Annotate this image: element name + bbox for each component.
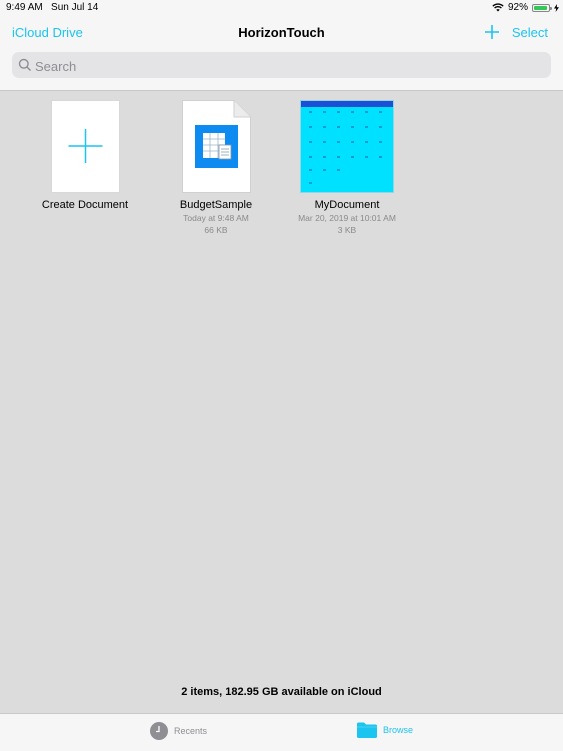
page-title: HorizonTouch bbox=[238, 25, 325, 40]
search-input[interactable] bbox=[33, 54, 537, 78]
item-file-size: 66 KB bbox=[204, 225, 228, 235]
status-time-date: 9:49 AM Sun Jul 14 bbox=[6, 2, 99, 13]
folder-icon bbox=[357, 722, 377, 738]
budgetsample-thumbnail[interactable] bbox=[181, 100, 251, 193]
mydocument-thumbnail[interactable] bbox=[300, 100, 394, 193]
mydocument-preview-grid bbox=[309, 111, 382, 184]
item-name: MyDocument bbox=[314, 199, 380, 211]
navigation-bar: iCloud Drive HorizonTouch Select bbox=[0, 16, 563, 91]
battery-icon bbox=[532, 3, 552, 12]
tab-browse[interactable]: Browse bbox=[357, 722, 413, 738]
charging-bolt-icon bbox=[554, 3, 559, 12]
search-icon bbox=[18, 58, 32, 72]
plus-icon bbox=[68, 129, 102, 163]
create-document-tile[interactable]: Create Document bbox=[25, 100, 145, 211]
item-modified-date: Mar 20, 2019 at 10:01 AM bbox=[298, 213, 396, 223]
search-bar[interactable] bbox=[12, 52, 551, 78]
status-right: 92% bbox=[492, 2, 559, 13]
storage-summary: 2 items, 182.95 GB available on iCloud bbox=[181, 686, 382, 698]
tab-browse-label: Browse bbox=[383, 725, 414, 735]
document-tile-budgetsample[interactable]: BudgetSample Today at 9:48 AM 66 KB bbox=[156, 100, 276, 235]
item-name: Create Document bbox=[41, 199, 129, 211]
mydocument-preview-header bbox=[301, 101, 393, 107]
wifi-icon bbox=[492, 3, 504, 12]
tab-recents-label: Recents bbox=[174, 726, 208, 736]
status-bar: 9:49 AM Sun Jul 14 92% bbox=[0, 0, 563, 16]
battery-percent: 92% bbox=[507, 2, 528, 13]
select-button[interactable]: Select bbox=[512, 25, 548, 40]
tab-bar: Recents Browse bbox=[0, 713, 563, 751]
item-file-size: 3 KB bbox=[337, 225, 357, 235]
tab-recents[interactable]: Recents bbox=[150, 722, 207, 740]
item-modified-date: Today at 9:48 AM bbox=[183, 213, 249, 223]
item-name: BudgetSample bbox=[179, 199, 253, 211]
add-icon[interactable] bbox=[483, 23, 501, 41]
clock-icon bbox=[150, 722, 168, 740]
create-document-thumbnail[interactable] bbox=[50, 100, 120, 193]
spreadsheet-document-icon bbox=[181, 100, 251, 193]
battery-level bbox=[534, 5, 547, 10]
document-tile-mydocument[interactable]: MyDocument Mar 20, 2019 at 10:01 AM 3 KB bbox=[287, 100, 407, 235]
